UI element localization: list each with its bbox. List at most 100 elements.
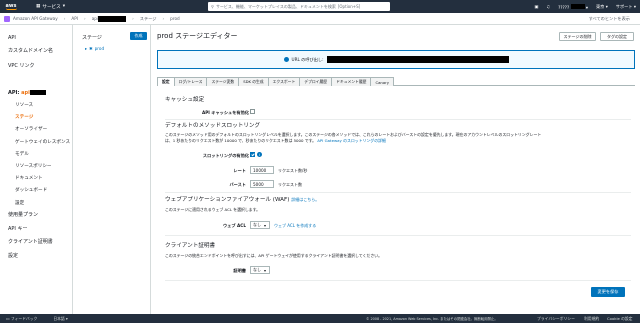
search-placeholder: サービス、機能、マーケットプレイスの製品、ドキュメントを検索 <box>215 3 336 9</box>
section-divider <box>165 235 631 236</box>
chevron-down-icon: ▾ <box>264 267 267 273</box>
nav-item-client-certificates[interactable]: クライアント証明書 <box>8 238 53 245</box>
redacted-api-name <box>29 90 46 95</box>
enable-throttling-checkbox[interactable] <box>250 152 255 157</box>
burst-input[interactable]: 5000 <box>250 180 274 188</box>
waf-title: ウェブアプリケーションファイアウォール (WAF) 詳細はこちら。 <box>165 197 320 203</box>
tab-canary[interactable]: Canary <box>370 77 394 86</box>
client-certificate-description: このステージの統合エンドポイントを呼び出すには、API ゲートウェイが使用するク… <box>165 253 383 258</box>
stages-panel: ステージ 作成 ▸ ✱ prod <box>73 25 151 314</box>
nav-api-header: API: api <box>8 90 46 96</box>
caret-down-icon: ▾ <box>62 4 66 9</box>
global-search-input[interactable]: ⚲ サービス、機能、マーケットプレイスの製品、ドキュメントを検索 [Option… <box>208 2 390 11</box>
nav-item-usage-plans[interactable]: 使用量プラン <box>8 211 38 218</box>
enable-throttling-label: スロットリングの有効化 <box>202 153 249 158</box>
breadcrumb: Amazon API Gateway › API › api › ステージ › … <box>0 13 640 25</box>
cloudshell-icon[interactable]: ▣ <box>534 4 538 9</box>
nav-item-api-settings[interactable]: 設定 <box>15 200 24 206</box>
tab-settings[interactable]: 設定 <box>157 77 175 86</box>
waf-description: このステージに適用されるウェブ ACL を選択します。 <box>165 207 261 212</box>
tab-documentation-history[interactable]: ドキュメント履歴 <box>331 77 372 86</box>
nav-item-models[interactable]: モデル <box>15 151 29 157</box>
enable-cache-label: API キャッシュを有効化 <box>201 110 249 115</box>
breadcrumb-app[interactable]: Amazon API Gateway <box>13 16 58 21</box>
create-stage-button[interactable]: 作成 <box>130 32 147 40</box>
search-shortcut: [Option+S] <box>337 4 361 9</box>
nav-item-settings[interactable]: 設定 <box>8 252 18 259</box>
support-menu[interactable]: サポート ▾ <box>616 4 636 10</box>
tag-settings-button[interactable]: タグの設定 <box>600 32 634 41</box>
nav-item-gateway-responses[interactable]: ゲートウェイのレスポンス <box>15 139 70 145</box>
certificate-select[interactable]: なし ▾ <box>250 266 270 274</box>
nav-item-custom-domains[interactable]: カスタムドメイン名 <box>8 47 53 54</box>
stage-editor: prod ステージエディター ステージの削除 タグの設定 URL の呼び出し: … <box>151 25 640 314</box>
nav-item-vpc-links[interactable]: VPC リンク <box>8 62 35 69</box>
nav-item-api-keys[interactable]: API キー <box>8 225 28 232</box>
nav-item-dashboard[interactable]: ダッシュボード <box>15 187 47 193</box>
nav-item-authorizers[interactable]: オーソライザー <box>15 126 47 132</box>
client-certificate-title: クライアント証明書 <box>165 243 216 249</box>
terms-link[interactable]: 利用規約 <box>584 316 599 322</box>
services-menu[interactable]: ▦ サービス ▾ <box>36 4 65 10</box>
account-menu[interactable]: ????? ▾ <box>558 3 588 10</box>
chevron-down-icon: ▾ <box>264 222 267 228</box>
redacted-account <box>570 3 585 9</box>
rate-input[interactable]: 10000 <box>250 166 274 174</box>
throttling-info-icon[interactable]: i <box>257 152 262 157</box>
throttling-title: デフォルトのメソッドスロットリング <box>165 123 261 129</box>
rate-label: レート <box>233 168 246 173</box>
throttling-docs-link[interactable]: API Gateway のスロットリングの詳細 <box>317 138 386 143</box>
certificate-label: 証明書 <box>233 268 246 273</box>
footer: ▭ フィードバック 日本語 ▾ © 2008 - 2021, Amazon We… <box>0 314 640 323</box>
breadcrumb-api-name[interactable]: api <box>92 15 127 22</box>
stage-tabs: 設定 ログ/トレース ステージ変数 SDK の生成 エクスポート デプロイ履歴 … <box>157 77 635 86</box>
breadcrumb-api[interactable]: API <box>71 16 78 21</box>
nav-item-apis[interactable]: API <box>8 35 16 41</box>
nav-item-resources[interactable]: リソース <box>15 102 33 108</box>
chat-icon: ▭ <box>6 315 10 321</box>
waf-detail-link[interactable]: 詳細はこちら。 <box>291 197 319 202</box>
tab-export[interactable]: エクスポート <box>267 77 301 86</box>
section-divider <box>165 280 631 281</box>
breadcrumb-separator: › <box>132 16 134 21</box>
invoke-url-label: URL の呼び出し: <box>291 56 324 62</box>
stage-icon: ✱ <box>89 46 93 51</box>
stage-tree-label: prod <box>94 46 105 51</box>
burst-label: バースト <box>229 182 246 187</box>
redacted-invoke-url[interactable] <box>326 56 509 63</box>
feedback-link[interactable]: ▭ フィードバック <box>6 316 37 322</box>
aws-logo[interactable]: aws <box>0 0 22 13</box>
tab-sdk-generation[interactable]: SDK の生成 <box>238 77 269 86</box>
cookie-settings-link[interactable]: Cookie の設定 <box>607 316 632 322</box>
nav-item-resource-policy[interactable]: リソースポリシー <box>15 163 52 169</box>
caret-right-icon[interactable]: ▸ <box>85 46 87 51</box>
info-icon <box>283 57 289 62</box>
burst-unit: リクエスト数 <box>278 182 302 187</box>
bell-icon[interactable]: ♫ <box>546 4 550 9</box>
top-navigation-bar: aws ▦ サービス ▾ ⚲ サービス、機能、マーケットプレイスの製品、ドキュメ… <box>0 0 640 13</box>
create-web-acl-link[interactable]: ウェブ ACL を作成する <box>274 223 316 229</box>
stage-tree-item-prod[interactable]: ▸ ✱ prod <box>85 46 104 51</box>
delete-stage-button[interactable]: ステージの削除 <box>559 32 596 41</box>
page-title: prod ステージエディター <box>157 32 238 40</box>
nav-item-stages[interactable]: ステージ <box>15 114 33 120</box>
cache-settings-title: キャッシュ設定 <box>165 97 205 103</box>
region-menu[interactable]: 東京 ▾ <box>596 4 608 10</box>
breadcrumb-stage-prod: prod <box>170 16 180 21</box>
copyright-text: © 2008 - 2021, Amazon Web Services, Inc.… <box>366 317 498 321</box>
tab-stage-variables[interactable]: ステージ変数 <box>206 77 240 86</box>
redacted-api-name <box>98 15 127 22</box>
privacy-policy-link[interactable]: プライバシーポリシー <box>537 316 575 322</box>
breadcrumb-stages[interactable]: ステージ <box>140 16 157 22</box>
top-right-controls: ▣ ♫ ????? ▾ 東京 ▾ サポート ▾ <box>534 0 636 13</box>
tab-logs-tracing[interactable]: ログ/トレース <box>173 77 208 86</box>
save-changes-button[interactable]: 変更を保存 <box>591 287 625 297</box>
nav-item-documentation[interactable]: ドキュメント <box>15 175 43 181</box>
web-acl-select[interactable]: なし ▾ <box>250 221 270 229</box>
throttling-description: このステージのメソッド用のデフォルトのスロットリングレベルを選択します。このステ… <box>165 132 542 143</box>
enable-cache-checkbox[interactable] <box>250 109 255 114</box>
show-all-tips-link[interactable]: すべてのヒントを表示 <box>589 16 630 22</box>
language-select[interactable]: 日本語 ▾ <box>53 316 68 322</box>
web-acl-label: ウェブ ACL <box>222 223 246 228</box>
tab-deployment-history[interactable]: デプロイ履歴 <box>299 77 333 86</box>
